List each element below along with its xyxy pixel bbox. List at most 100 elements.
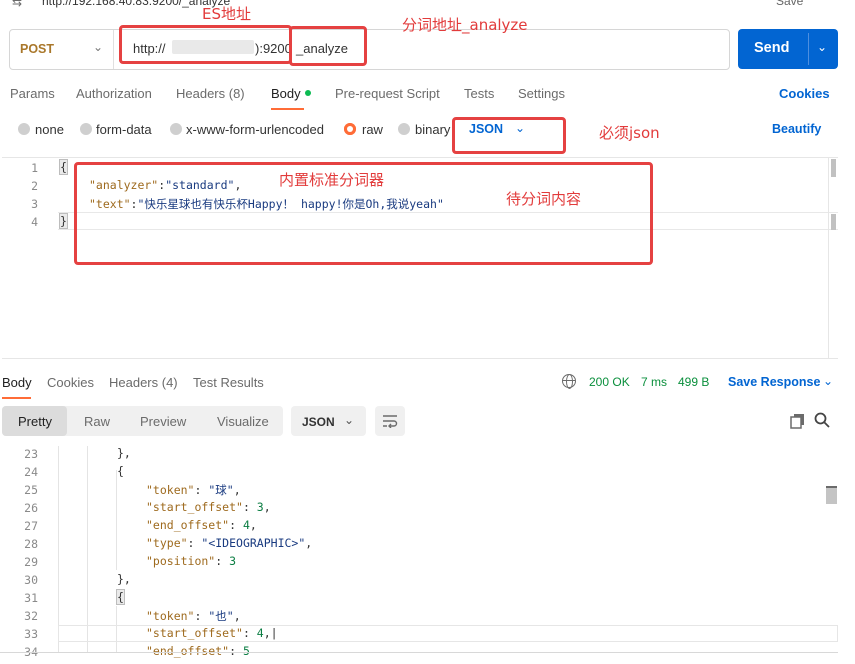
- json-key: "type": [146, 536, 188, 550]
- json-key: "token": [146, 609, 195, 623]
- annotation-content: 待分词内容: [506, 190, 582, 208]
- tab-settings[interactable]: Settings: [518, 86, 565, 101]
- radio-urlencoded-label[interactable]: x-www-form-urlencoded: [186, 122, 324, 137]
- wrap-lines-button[interactable]: [375, 406, 405, 436]
- chevron-down-icon[interactable]: ⌄: [344, 413, 354, 427]
- globe-icon[interactable]: [562, 374, 576, 389]
- code-line: "end_offset": 5: [146, 644, 250, 658]
- line-number: 30: [24, 573, 38, 587]
- chevron-down-icon[interactable]: ⌄: [93, 40, 103, 54]
- copy-icon[interactable]: [790, 413, 806, 429]
- divider: [113, 30, 114, 69]
- response-format-label[interactable]: JSON: [302, 415, 335, 429]
- line-number: 4: [31, 215, 38, 229]
- json-value: 3: [256, 500, 264, 514]
- json-value: "球": [208, 483, 234, 497]
- tab-headers[interactable]: Headers (8): [176, 86, 245, 101]
- code-line: "start_offset": 3,: [146, 500, 271, 514]
- radio-form-data-label[interactable]: form-data: [96, 122, 152, 137]
- json-key: "end_offset": [146, 518, 230, 532]
- send-button-label[interactable]: Send: [754, 40, 789, 56]
- json-key: "start_offset": [146, 500, 243, 514]
- save-button[interactable]: Save: [776, 0, 803, 8]
- response-time[interactable]: 7 ms: [641, 375, 667, 389]
- tab-body[interactable]: Body: [271, 86, 301, 101]
- annotation-box-es-address: [119, 25, 292, 64]
- view-preview[interactable]: Preview: [140, 414, 186, 429]
- response-scrollbar[interactable]: [826, 446, 837, 652]
- json-key: "token": [146, 483, 195, 497]
- search-icon[interactable]: [814, 412, 830, 428]
- response-tab-test-results[interactable]: Test Results: [193, 375, 264, 390]
- line-number: 23: [24, 447, 38, 461]
- line-number: 27: [24, 519, 38, 533]
- response-tab-headers[interactable]: Headers (4): [109, 375, 178, 390]
- code-line: "end_offset": 4,: [146, 518, 257, 532]
- indent-guide: [87, 446, 88, 652]
- tab-pre-request-script[interactable]: Pre-request Script: [335, 86, 440, 101]
- json-key: "end_offset": [146, 644, 230, 658]
- tab-authorization[interactable]: Authorization: [76, 86, 152, 101]
- annotation-builtin-analyzer: 内置标准分词器: [279, 171, 385, 189]
- code-line: "position": 3: [146, 554, 237, 568]
- annotation-es-address: ES地址: [202, 5, 251, 23]
- line-number: 29: [24, 555, 38, 569]
- code-punct: },: [117, 446, 131, 460]
- cookies-link[interactable]: Cookies: [779, 86, 830, 101]
- method-select[interactable]: POST: [20, 42, 54, 56]
- divider: [0, 652, 838, 653]
- beautify-button[interactable]: Beautify: [772, 122, 821, 136]
- response-tab-cookies[interactable]: Cookies: [47, 375, 94, 390]
- json-value: 3: [229, 554, 237, 568]
- editor-scrollbar[interactable]: [828, 157, 837, 359]
- history-icon[interactable]: ⇆: [12, 0, 22, 9]
- view-visualize[interactable]: Visualize: [217, 414, 269, 429]
- body-modified-dot: [305, 90, 311, 96]
- wrap-icon: [383, 415, 398, 428]
- view-pretty[interactable]: Pretty: [18, 414, 52, 429]
- line-number: 33: [24, 627, 38, 641]
- annotation-analyze-address: 分词地址_analyze: [402, 16, 528, 34]
- radio-form-data[interactable]: [80, 123, 92, 135]
- view-raw[interactable]: Raw: [84, 414, 110, 429]
- radio-raw-label[interactable]: raw: [362, 122, 383, 137]
- radio-urlencoded[interactable]: [170, 123, 182, 135]
- request-url-bar: [9, 29, 730, 70]
- json-value: "也": [208, 609, 234, 623]
- response-body-viewer[interactable]: [0, 446, 838, 652]
- json-key: "position": [146, 554, 216, 568]
- annotation-must-json: 必须json: [599, 124, 660, 142]
- indent-guide: [116, 470, 117, 570]
- radio-binary-label[interactable]: binary: [415, 122, 450, 137]
- json-value: 4: [242, 518, 250, 532]
- line-number: 2: [31, 179, 38, 193]
- code-line: "type": "<IDEOGRAPHIC>",: [146, 536, 313, 550]
- tab-tests[interactable]: Tests: [464, 86, 494, 101]
- save-response-button[interactable]: Save Response: [728, 375, 820, 389]
- tab-params[interactable]: Params: [10, 86, 55, 101]
- radio-none[interactable]: [18, 123, 30, 135]
- annotation-box-analyze-path: [289, 26, 367, 66]
- json-value: 5: [242, 644, 250, 658]
- radio-raw[interactable]: [344, 123, 356, 135]
- active-tab-indicator: [271, 108, 304, 110]
- chevron-down-icon[interactable]: ⌄: [823, 374, 833, 388]
- line-number: 1: [31, 161, 38, 175]
- line-number: 25: [24, 483, 38, 497]
- status-code[interactable]: 200 OK: [589, 375, 630, 389]
- line-number: 26: [24, 501, 38, 515]
- response-size[interactable]: 499 B: [678, 375, 709, 389]
- radio-none-label[interactable]: none: [35, 122, 64, 137]
- json-key: "start_offset": [146, 626, 243, 640]
- code-punct: {: [117, 464, 124, 478]
- code-punct: {: [116, 589, 125, 605]
- code-line: "start_offset": 4,|: [146, 626, 278, 640]
- radio-binary[interactable]: [398, 123, 410, 135]
- code-punct: },: [117, 572, 131, 586]
- code-brace: }: [59, 213, 68, 229]
- line-number: 28: [24, 537, 38, 551]
- line-number: 31: [24, 591, 38, 605]
- json-value: 4: [256, 626, 264, 640]
- response-tab-body[interactable]: Body: [2, 375, 32, 390]
- chevron-down-icon[interactable]: ⌄: [817, 40, 827, 54]
